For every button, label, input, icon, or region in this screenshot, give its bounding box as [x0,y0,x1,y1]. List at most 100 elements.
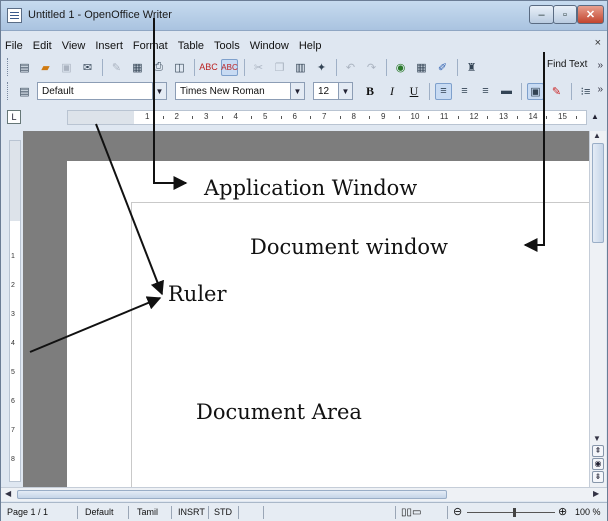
ruler-scroll-up-icon[interactable]: ▲ [591,112,599,121]
next-page-icon[interactable]: ⇟ [592,471,604,483]
scroll-up-icon[interactable]: ▲ [593,131,601,140]
open-icon[interactable]: ▰ [37,59,54,76]
status-bar: Page 1 / 1 Default Tamil INSRT STD ▯▯▭ ⊖… [1,502,607,521]
menu-help[interactable]: Help [299,40,322,52]
styles-formatting-icon[interactable]: ▤ [16,83,33,100]
underline-button[interactable]: U [405,82,423,100]
spellcheck-icon[interactable]: ABC [199,59,218,76]
maximize-button[interactable]: ▫ [553,5,577,24]
zoom-slider[interactable] [467,512,555,513]
ruler-number: 8 [11,456,15,463]
navigator-icon[interactable]: ◉ [392,59,409,76]
paragraph-style-select[interactable]: Default ▼ [37,82,167,100]
language-indicator[interactable]: Tamil [137,507,158,517]
vertical-ruler[interactable]: 1 2 3 4 5 6 7 8 [9,140,21,482]
ruler-tick [487,116,489,119]
toolbar-separator [244,58,245,76]
cut-icon[interactable]: ✂ [250,59,267,76]
scroll-right-icon[interactable]: ▶ [593,489,599,498]
menu-tools[interactable]: Tools [214,40,240,52]
ruler-number: 12 [469,112,479,121]
formatting-toolbar: ▤ Default ▼ Times New Roman ▼ 12 ▼ B I U… [1,79,607,103]
table-icon[interactable]: ▦ [413,59,430,76]
print-preview-icon[interactable]: ◫ [171,59,188,76]
window-title: Untitled 1 - OpenOffice Writer [28,9,172,21]
ruler-tick [457,116,459,119]
menu-window[interactable]: Window [250,40,289,52]
document-page[interactable] [67,161,589,487]
toolbar-separator [457,58,458,76]
paragraph-style-value: Default [42,85,74,97]
ruler-number: 7 [322,112,327,121]
clone-format-icon[interactable]: ✦ [313,59,330,76]
print-icon[interactable]: ⎙ [150,59,167,76]
ruler-tick [428,116,430,119]
italic-button[interactable]: I [383,82,401,100]
zoom-in-icon[interactable]: ⊕ [558,505,567,518]
font-size-select[interactable]: 12 ▼ [313,82,353,100]
zoom-percentage[interactable]: 100 % [575,507,601,517]
selection-mode-indicator[interactable]: STD [214,507,232,517]
ruler-number: 7 [11,427,15,434]
vertical-scroll-thumb[interactable] [592,143,604,243]
toolbar-overflow-icon[interactable]: » [597,84,603,95]
toolbar-grip[interactable] [7,58,10,76]
paste-icon[interactable]: ▥ [292,59,309,76]
menu-edit[interactable]: Edit [33,40,52,52]
zoom-out-icon[interactable]: ⊖ [453,505,462,518]
ruler-tick [310,116,312,119]
document-area-label: Document Area [196,400,362,424]
insert-mode-indicator[interactable]: INSRT [178,507,205,517]
tab-stop-selector[interactable]: L [7,110,21,124]
align-center-icon[interactable]: ≡ [456,83,473,100]
view-layout-icon[interactable]: ▯▯▭ [401,507,421,518]
horizontal-scroll-thumb[interactable] [17,490,447,499]
text-boundary-left [131,202,132,487]
find-replace-icon[interactable]: ♜ [463,59,480,76]
horizontal-ruler[interactable]: 1 2 3 4 5 6 7 8 9 10 11 12 13 14 15 [67,110,587,125]
undo-icon[interactable]: ↶ [342,59,359,76]
application-window: Untitled 1 - OpenOffice Writer – ▫ ✕ Fil… [0,0,608,521]
page-style-indicator[interactable]: Default [85,507,114,517]
ruler-number: 13 [499,112,508,121]
find-text-label[interactable]: Find Text [547,59,587,70]
numbering-icon[interactable]: ⁝≡ [577,83,594,100]
toolbar-overflow-icon[interactable]: » [597,60,603,71]
toolbar-grip[interactable] [7,82,10,100]
close-button[interactable]: ✕ [577,5,604,24]
navigation-icon[interactable]: ◉ [592,458,604,470]
redo-icon[interactable]: ↷ [363,59,380,76]
highlighting-icon[interactable]: ▣ [527,82,544,100]
new-icon[interactable]: ▤ [16,59,33,76]
horizontal-scrollbar[interactable]: ◀ ▶ [1,487,607,501]
align-right-icon[interactable]: ≡ [477,83,494,100]
menu-file[interactable]: File [5,40,23,52]
save-icon[interactable]: ▣ [58,59,75,76]
menu-insert[interactable]: Insert [95,40,123,52]
autospell-icon[interactable]: ABC [221,58,238,76]
justify-icon[interactable]: ▬ [498,83,515,100]
align-left-icon[interactable]: ≡ [435,82,452,100]
ruler-number: 6 [11,398,15,405]
email-icon[interactable]: ✉ [79,59,96,76]
minimize-button[interactable]: – [529,5,554,24]
font-color-icon[interactable]: ✎ [548,83,565,100]
font-name-select[interactable]: Times New Roman ▼ [175,82,305,100]
bold-button[interactable]: B [361,82,379,100]
zoom-slider-knob[interactable] [513,508,516,517]
ruler-number: 3 [204,112,209,121]
scroll-left-icon[interactable]: ◀ [5,489,11,498]
ruler-number: 1 [145,112,150,121]
page-indicator[interactable]: Page 1 / 1 [7,507,48,517]
menu-table[interactable]: Table [178,40,204,52]
menu-format[interactable]: Format [133,40,168,52]
scroll-down-icon[interactable]: ▼ [593,434,601,443]
vertical-scrollbar[interactable]: ▲ ▼ ⇞ ◉ ⇟ [589,131,606,487]
edit-file-icon[interactable]: ✎ [108,59,125,76]
copy-icon[interactable]: ❐ [271,59,288,76]
draw-icon[interactable]: ✐ [434,59,451,76]
close-document-icon[interactable]: × [595,37,601,49]
pdf-icon[interactable]: ▦ [129,59,146,76]
previous-page-icon[interactable]: ⇞ [592,445,604,457]
menu-view[interactable]: View [62,40,86,52]
